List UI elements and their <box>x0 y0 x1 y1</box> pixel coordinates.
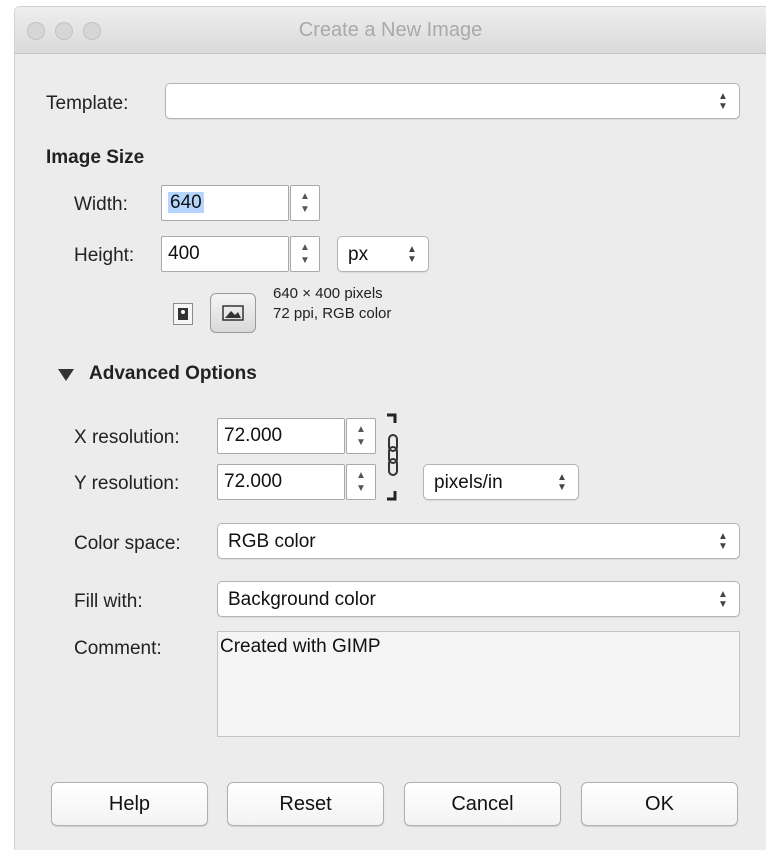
decrement-icon[interactable]: ▼ <box>347 438 375 448</box>
comment-text: Created with GIMP <box>220 636 381 657</box>
resolution-unit-value: pixels/in <box>434 472 503 493</box>
decrement-icon[interactable]: ▼ <box>291 205 319 215</box>
height-input[interactable]: 400 <box>161 236 289 272</box>
landscape-orientation-icon[interactable] <box>210 293 256 333</box>
width-input[interactable]: 640 <box>161 185 289 221</box>
updown-arrows-icon: ▲ ▼ <box>557 472 567 493</box>
width-value: 640 <box>168 192 204 213</box>
chain-link-icon[interactable] <box>383 411 403 512</box>
title-bar[interactable]: Create a New Image <box>15 7 766 54</box>
x-resolution-label: X resolution: <box>74 427 180 448</box>
color-space-select[interactable]: RGB color ▲ ▼ <box>217 523 740 559</box>
color-space-label: Color space: <box>74 533 181 554</box>
width-label: Width: <box>74 194 128 215</box>
reset-button[interactable]: Reset <box>227 782 384 826</box>
increment-icon[interactable]: ▲ <box>291 192 319 202</box>
width-spinner[interactable]: ▲ ▼ <box>290 185 320 221</box>
x-resolution-spinner[interactable]: ▲ ▼ <box>346 418 376 454</box>
ok-button[interactable]: OK <box>581 782 738 826</box>
advanced-options-toggle[interactable]: Advanced Options <box>89 363 257 385</box>
size-unit-select[interactable]: px ▲ ▼ <box>337 236 429 272</box>
fill-with-value: Background color <box>228 589 376 610</box>
updown-arrows-icon: ▲ ▼ <box>407 244 417 265</box>
comment-label: Comment: <box>74 638 162 659</box>
fill-with-select[interactable]: Background color ▲ ▼ <box>217 581 740 617</box>
x-resolution-input[interactable]: 72.000 <box>217 418 345 454</box>
disclosure-triangle-icon[interactable] <box>57 365 75 388</box>
resolution-unit-select[interactable]: pixels/in ▲ ▼ <box>423 464 579 500</box>
portrait-orientation-icon[interactable] <box>173 303 193 325</box>
increment-icon[interactable]: ▲ <box>291 243 319 253</box>
window-title: Create a New Image <box>298 19 483 41</box>
help-button[interactable]: Help <box>51 782 208 826</box>
y-resolution-spinner[interactable]: ▲ ▼ <box>346 464 376 500</box>
decrement-icon[interactable]: ▼ <box>347 484 375 494</box>
cancel-button[interactable]: Cancel <box>404 782 561 826</box>
updown-arrows-icon: ▲ ▼ <box>718 589 728 610</box>
image-info-resolution: 72 ppi, RGB color <box>273 305 392 322</box>
increment-icon[interactable]: ▲ <box>347 425 375 435</box>
updown-arrows-icon: ▲ ▼ <box>718 531 728 552</box>
height-label: Height: <box>74 245 135 266</box>
comment-textarea[interactable]: Created with GIMP <box>217 631 740 737</box>
color-space-value: RGB color <box>228 531 316 552</box>
y-resolution-input[interactable]: 72.000 <box>217 464 345 500</box>
create-image-dialog: Create a New Image Template: ▲ ▼ Image Si… <box>14 6 766 850</box>
fill-with-label: Fill with: <box>74 591 143 612</box>
y-resolution-label: Y resolution: <box>74 473 180 494</box>
template-label: Template: <box>46 93 129 114</box>
image-info-dimensions: 640 × 400 pixels <box>273 285 383 302</box>
increment-icon[interactable]: ▲ <box>347 471 375 481</box>
decrement-icon[interactable]: ▼ <box>291 256 319 266</box>
template-select[interactable]: ▲ ▼ <box>165 83 740 119</box>
size-unit-value: px <box>348 244 369 265</box>
height-spinner[interactable]: ▲ ▼ <box>290 236 320 272</box>
image-size-heading: Image Size <box>46 147 145 168</box>
updown-arrows-icon: ▲ ▼ <box>718 91 728 112</box>
